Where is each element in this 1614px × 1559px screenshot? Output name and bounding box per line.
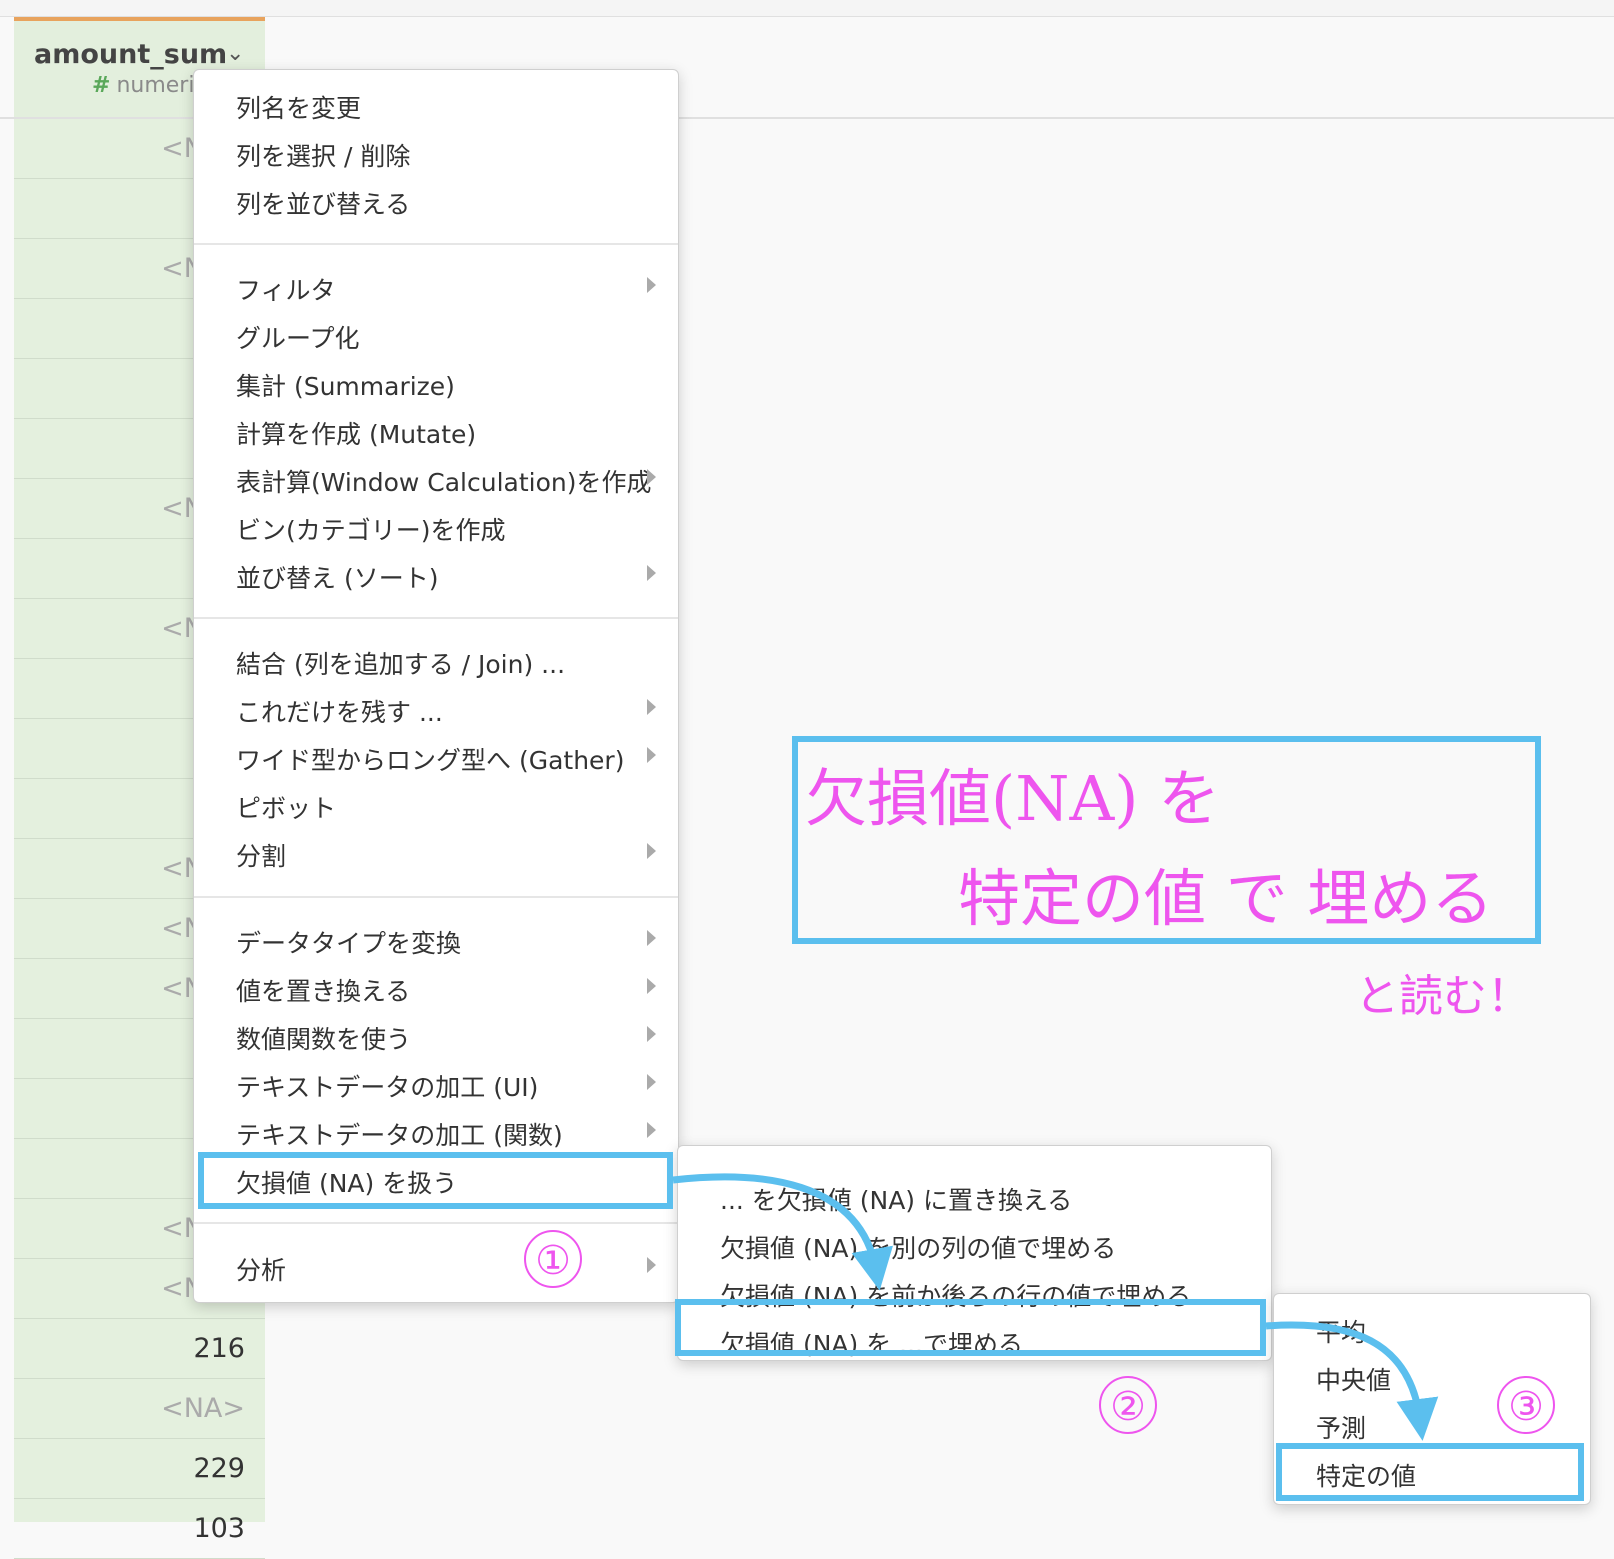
arrow-step-1-to-2 <box>672 1173 893 1291</box>
annotation-arrows <box>672 1173 1439 1441</box>
arrow-step-2-to-3 <box>1265 1321 1439 1441</box>
